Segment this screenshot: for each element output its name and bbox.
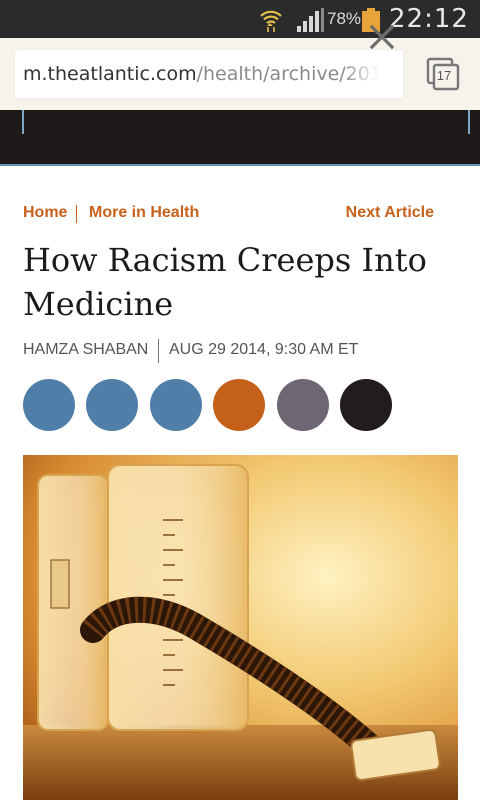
byline-divider [158, 339, 159, 363]
byline-author[interactable]: HAMZA SHABAN [23, 341, 148, 359]
tab-count: 17 [436, 68, 452, 83]
share-circle-6[interactable] [340, 379, 392, 431]
nav-home-link[interactable]: Home [23, 204, 67, 222]
battery-percent: 78% [327, 9, 362, 28]
status-clock: 22:12 [389, 4, 469, 34]
spirometer-image [23, 455, 458, 800]
signal-icon [297, 8, 324, 32]
status-bar: 78% 22:12 [0, 0, 480, 38]
article-nav: Home More in Health Next Article [23, 204, 443, 226]
url-input[interactable]: m.theatlantic.com/health/archive/2014 [15, 50, 403, 98]
share-circle-4[interactable] [213, 379, 265, 431]
wifi-icon [260, 10, 282, 32]
article-headline: How Racism Creeps Into Medicine [23, 241, 427, 323]
site-header [0, 110, 480, 166]
nav-more-in-health-link[interactable]: More in Health [89, 204, 199, 222]
share-circle-5[interactable] [277, 379, 329, 431]
share-circle-2[interactable] [86, 379, 138, 431]
header-marker-left [22, 110, 24, 134]
header-marker-right [468, 110, 470, 134]
share-circle-1[interactable] [23, 379, 75, 431]
close-icon[interactable] [369, 24, 395, 50]
nav-next-article-link[interactable]: Next Article [346, 204, 434, 222]
share-buttons [23, 379, 403, 431]
url-text: m.theatlantic.com/health/archive/2014 [23, 63, 394, 85]
url-domain: m.theatlantic.com [23, 63, 197, 85]
browser-address-area: m.theatlantic.com/health/archive/2014 [0, 38, 480, 110]
article-hero-image [23, 455, 458, 800]
share-circle-3[interactable] [150, 379, 202, 431]
byline-date: AUG 29 2014, 9:30 AM ET [169, 341, 359, 358]
nav-divider [76, 205, 77, 223]
url-fade [343, 50, 403, 98]
